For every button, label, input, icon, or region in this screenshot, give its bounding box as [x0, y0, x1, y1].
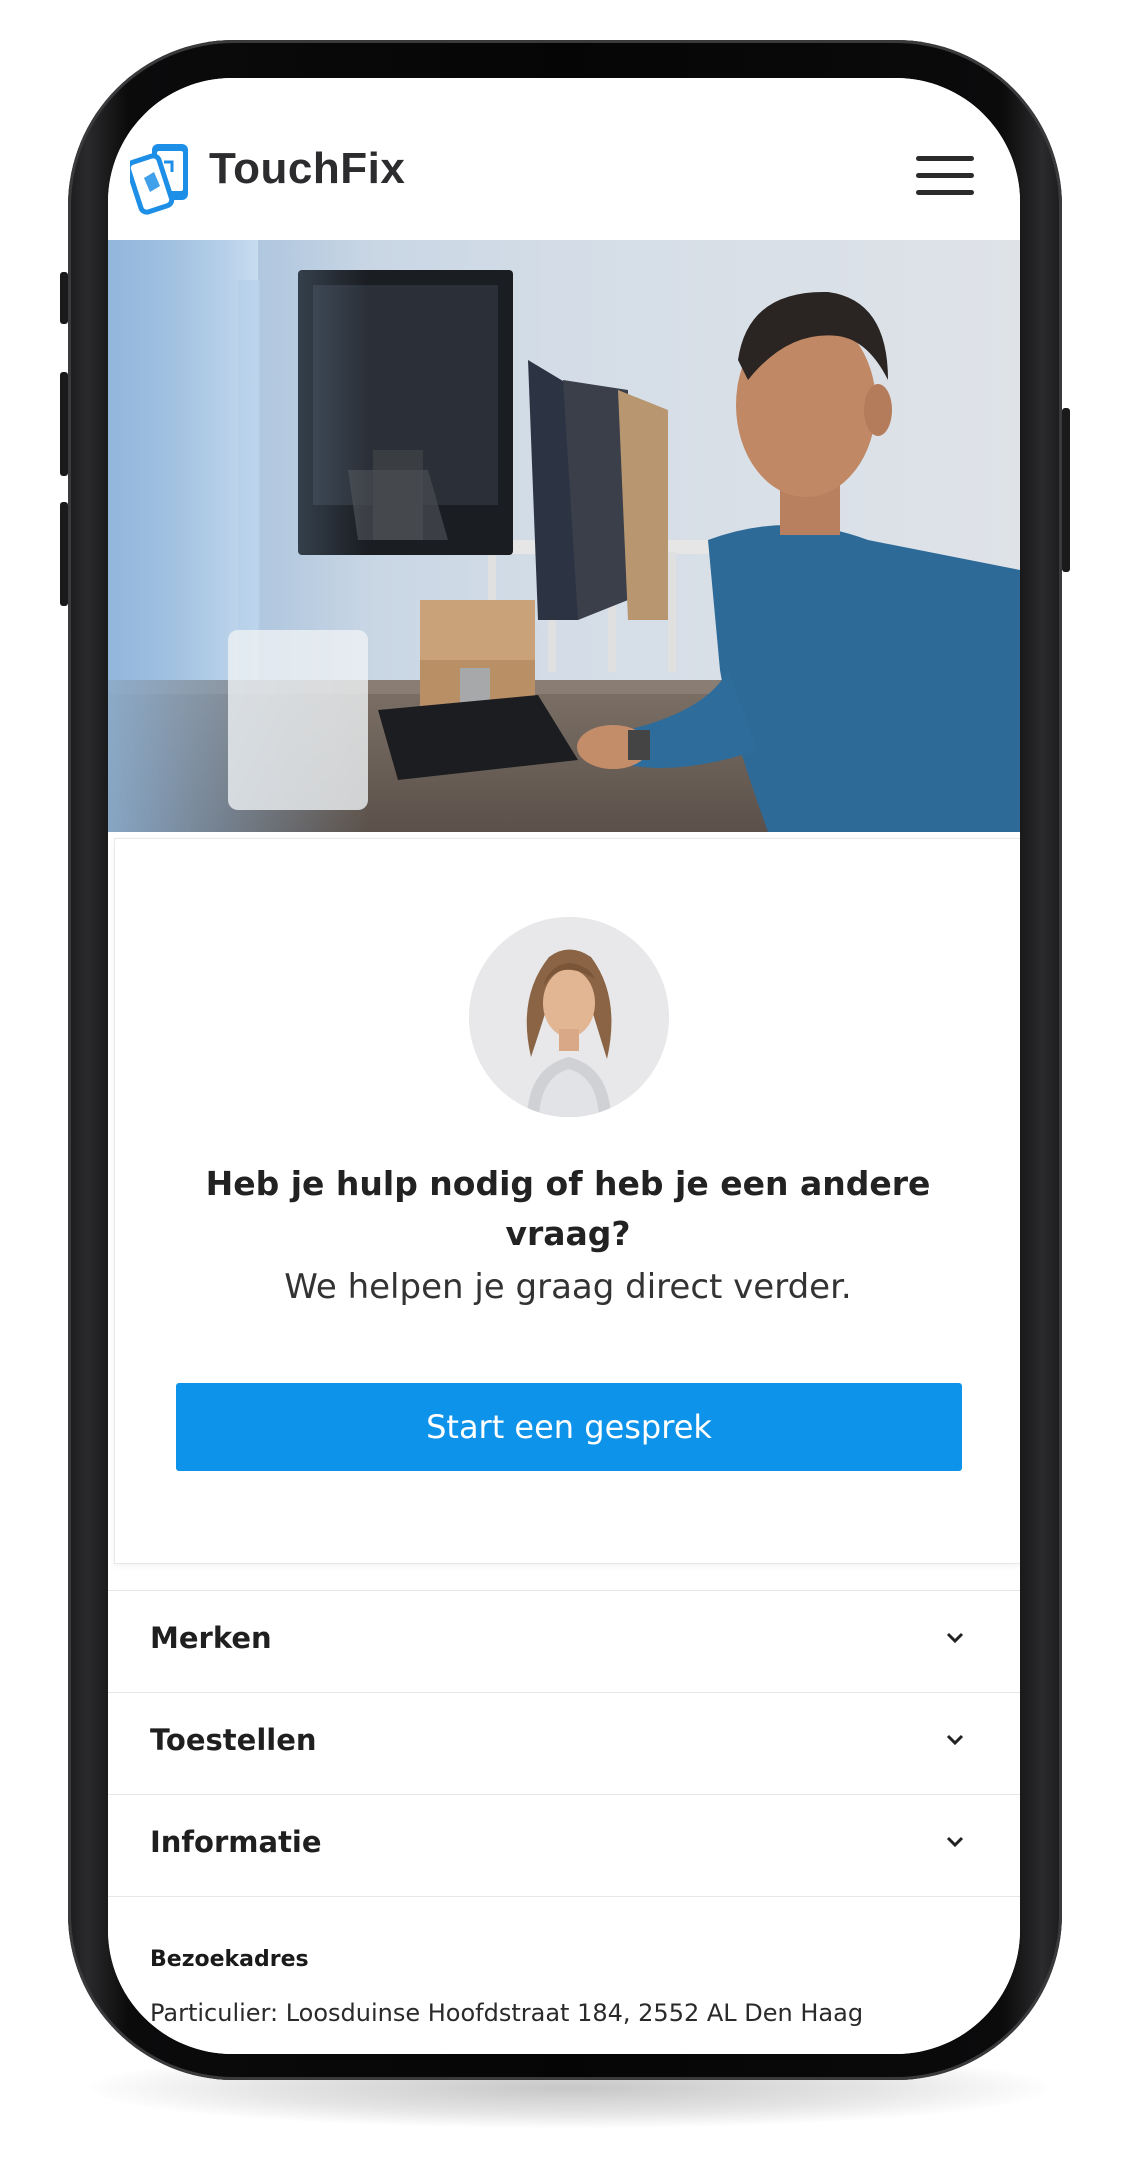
start-chat-button[interactable]: Start een gesprek: [176, 1383, 962, 1471]
accordion-merken[interactable]: Merken: [108, 1590, 1020, 1693]
accordion-label: Merken: [150, 1621, 272, 1655]
touchfix-logo-icon[interactable]: [125, 142, 194, 218]
volume-up-button: [60, 372, 68, 476]
power-button: [1062, 408, 1070, 572]
volume-down-button: [60, 502, 68, 606]
accordion-label: Informatie: [150, 1825, 322, 1859]
chevron-down-icon: [946, 1632, 964, 1644]
footer-address: Bezoekadres Particulier: Loosduinse Hoof…: [108, 1896, 1020, 2054]
help-card: Heb je hulp nodig of heb je een andere v…: [114, 838, 1020, 1564]
help-subtitle: We helpen je graag direct verder.: [284, 1267, 852, 1307]
chevron-down-icon: [946, 1734, 964, 1746]
brand-name[interactable]: TouchFix: [209, 144, 405, 194]
accordion-label: Toestellen: [150, 1723, 317, 1757]
hero-image: [108, 240, 1020, 832]
support-agent-avatar: [469, 917, 669, 1117]
address-heading: Bezoekadres: [150, 1947, 309, 1972]
mute-switch: [60, 272, 68, 324]
accordion-toestellen[interactable]: Toestellen: [108, 1692, 1020, 1795]
chevron-down-icon: [946, 1836, 964, 1848]
help-title: Heb je hulp nodig of heb je een andere v…: [205, 1164, 931, 1253]
accordion-informatie[interactable]: Informatie: [108, 1794, 1020, 1897]
site-header: TouchFix: [108, 78, 1020, 240]
phone-screen: TouchFix Heb je hulp nodig of heb je een…: [108, 78, 1020, 2054]
address-line: Particulier: Loosduinse Hoofdstraat 184,…: [150, 1999, 864, 2027]
hamburger-menu-icon[interactable]: [916, 156, 974, 196]
